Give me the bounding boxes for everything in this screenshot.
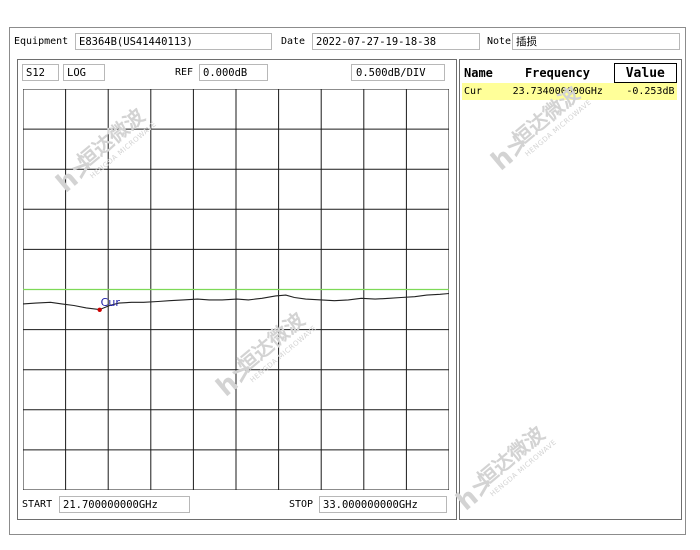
table-row[interactable]: Cur 23.734000000GHz -0.253dB — [462, 82, 677, 100]
marker-label: Cur — [101, 296, 121, 309]
start-label: START — [22, 499, 53, 510]
format-field[interactable]: LOG — [63, 64, 105, 81]
marker-frequency-cell: 23.734000000GHz — [501, 82, 615, 100]
note-field[interactable]: 插损 — [512, 33, 680, 50]
marker-name-cell: Cur — [462, 82, 502, 100]
scale-field[interactable]: 0.500dB/DIV — [351, 64, 445, 81]
stop-field[interactable]: 33.000000000GHz — [319, 496, 447, 513]
ref-label: REF — [175, 67, 194, 78]
ref-field[interactable]: 0.000dB — [199, 64, 268, 81]
start-field[interactable]: 21.700000000GHz — [59, 496, 190, 513]
equipment-field[interactable]: E8364B(US41440113) — [75, 33, 272, 50]
note-label: Note — [487, 36, 512, 47]
col-name-header: Name — [464, 66, 493, 80]
stop-label: STOP — [289, 499, 314, 510]
trace-plot[interactable]: Cur — [23, 89, 449, 490]
marker-table: Name Frequency Value Cur 23.734000000GHz… — [462, 63, 678, 100]
marker-value-cell: -0.253dB — [614, 82, 677, 100]
equipment-label: Equipment — [14, 36, 69, 47]
col-value-header: Value — [613, 63, 678, 83]
date-label: Date — [281, 36, 306, 47]
marker-panel — [459, 59, 682, 520]
param-field[interactable]: S12 — [22, 64, 59, 81]
col-frequency-header: Frequency — [524, 66, 590, 80]
date-field[interactable]: 2022-07-27-19-18-38 — [312, 33, 480, 50]
